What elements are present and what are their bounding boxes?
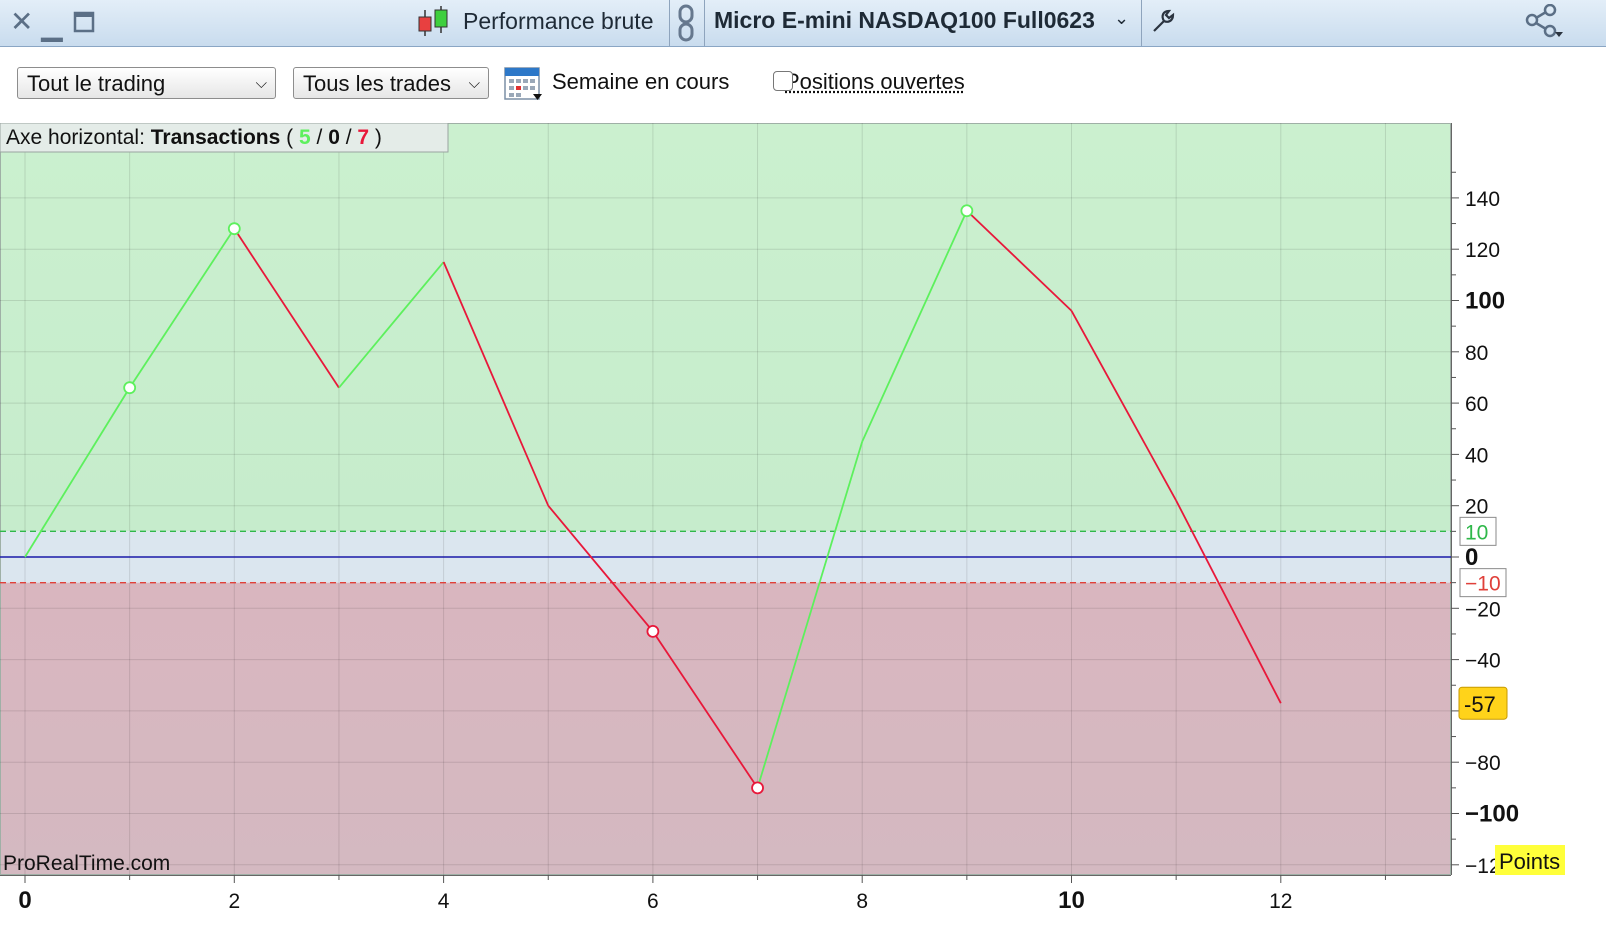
- open-positions-label[interactable]: Positions ouvertes: [785, 69, 965, 95]
- x-tick-label: 0: [18, 887, 31, 914]
- minimize-icon[interactable]: ▁: [41, 12, 63, 40]
- trading-filter-select[interactable]: Tout le trading ⌵: [17, 67, 276, 99]
- trade-marker-5: [960, 204, 974, 218]
- wrench-icon[interactable]: [1150, 7, 1178, 35]
- trade-marker-2: [227, 222, 241, 236]
- title-bar: ✕ ▁ Performance brute Micro E-mini NASDA…: [0, 0, 1606, 47]
- threshold-label: 10: [1465, 521, 1488, 544]
- last-value-label: -57: [1464, 692, 1496, 717]
- link-icon[interactable]: [677, 4, 695, 42]
- candlestick-icon: [418, 6, 448, 36]
- maximize-icon[interactable]: [73, 11, 95, 33]
- chevron-down-icon[interactable]: ⌄: [1114, 8, 1129, 29]
- y-tick-label: 0: [1465, 544, 1478, 571]
- instrument-selector[interactable]: Micro E-mini NASDAQ100 Full0623: [714, 7, 1095, 34]
- unit-label: Points: [1499, 849, 1560, 874]
- y-tick-label: −40: [1465, 650, 1501, 673]
- y-tick-label: 60: [1465, 393, 1488, 416]
- chevron-down-icon: ⌵: [255, 75, 267, 92]
- trade-marker-3: [646, 624, 660, 638]
- trades-filter-value: Tous les trades: [303, 71, 451, 96]
- y-tick-label: 100: [1465, 288, 1505, 315]
- filter-toolbar: Tout le trading ⌵ Tous les trades ⌵ Sema…: [0, 47, 1606, 123]
- watermark: ProRealTime.com: [3, 852, 170, 875]
- y-tick-label: −80: [1465, 752, 1501, 775]
- positive-zone: [0, 123, 1451, 532]
- y-tick-label: 140: [1465, 188, 1500, 211]
- chart-legend: Axe horizontal: Transactions ( 5 / 0 / 7…: [0, 123, 449, 153]
- y-tick-label: 20: [1465, 496, 1488, 519]
- share-icon[interactable]: [1524, 4, 1564, 40]
- calendar-icon[interactable]: [503, 63, 543, 103]
- chevron-down-icon: ⌵: [468, 75, 480, 92]
- x-tick-label: 4: [438, 890, 450, 913]
- y-tick-label: 80: [1465, 342, 1488, 365]
- toolbar-divider: [704, 0, 705, 46]
- y-tick-label: 120: [1465, 239, 1500, 262]
- negative-zone: [0, 582, 1451, 875]
- trade-marker-1: [123, 381, 137, 395]
- trading-filter-value: Tout le trading: [27, 71, 166, 96]
- close-icon[interactable]: ✕: [10, 8, 33, 36]
- x-axis-background: [0, 875, 1606, 940]
- toolbar-divider: [669, 0, 670, 46]
- x-tick-label: 6: [647, 890, 659, 913]
- y-tick-label: 40: [1465, 444, 1488, 467]
- threshold-label: −10: [1465, 573, 1501, 596]
- toolbar-divider: [1141, 0, 1142, 46]
- trades-filter-select[interactable]: Tous les trades ⌵: [293, 67, 489, 99]
- legend-text: Axe horizontal: Transactions ( 5 / 0 / 7…: [6, 126, 382, 149]
- x-tick-label: 10: [1058, 887, 1085, 914]
- trade-marker-4: [751, 781, 764, 795]
- x-tick-label: 12: [1269, 890, 1292, 913]
- x-tick-label: 2: [228, 890, 240, 913]
- period-label[interactable]: Semaine en cours: [552, 69, 729, 95]
- open-positions-checkbox[interactable]: [773, 71, 793, 91]
- module-title: Performance brute: [463, 8, 654, 34]
- x-tick-label: 8: [856, 890, 868, 913]
- y-tick-label: −100: [1465, 801, 1519, 828]
- y-tick-label: −20: [1465, 598, 1501, 621]
- performance-chart: 140120100806040200−20−40−60−80−100−12024…: [0, 123, 1606, 940]
